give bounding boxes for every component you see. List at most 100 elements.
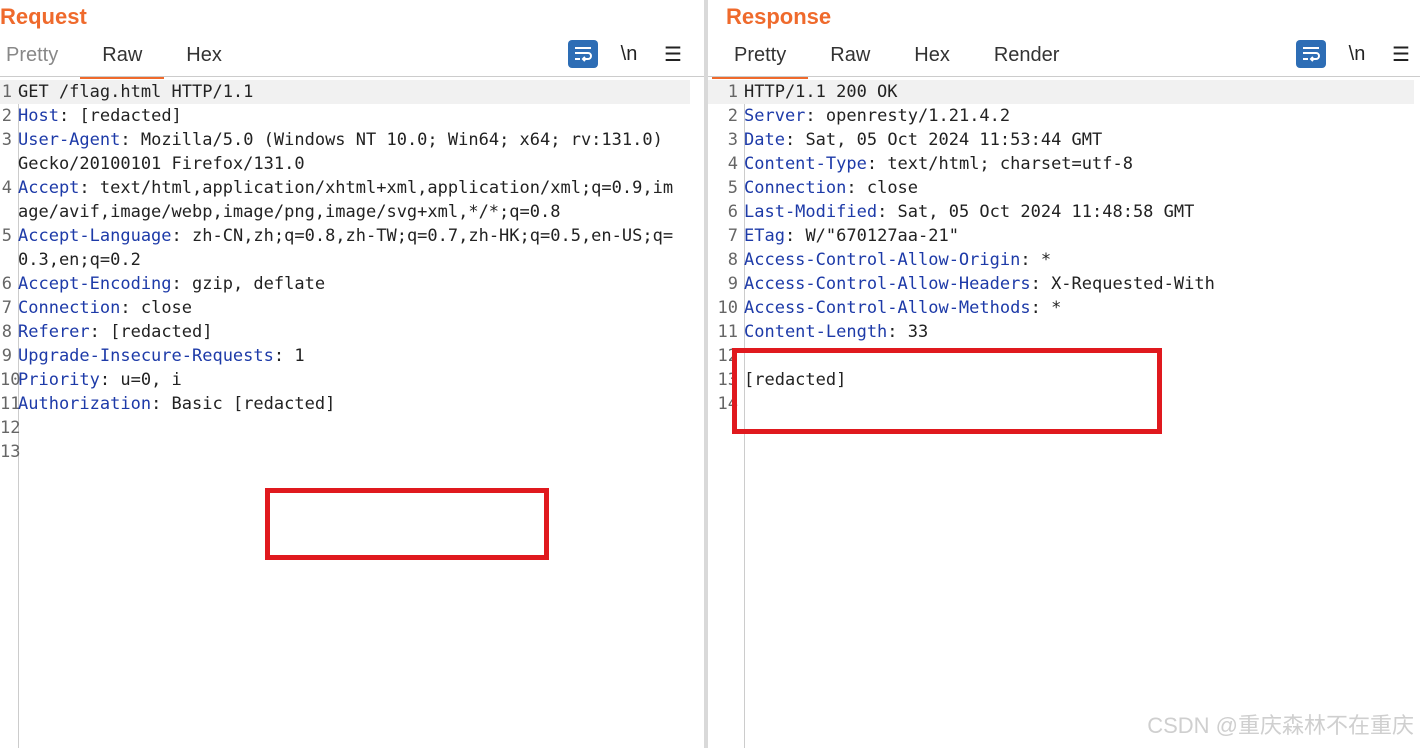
- line-content: Referer: [redacted]: [18, 322, 213, 342]
- header-value: openresty/1.21.4.2: [825, 106, 1011, 126]
- line-content: Upgrade-Insecure-Requests: 1: [18, 346, 305, 366]
- line-content: Priority: u=0, i: [18, 370, 182, 390]
- line-number: 9: [727, 274, 738, 294]
- line-content: Authorization: Basic [redacted]: [18, 394, 336, 414]
- line-content: Server: openresty/1.21.4.2: [744, 106, 1011, 126]
- header-value: [redacted]: [110, 322, 213, 342]
- line-content: Access-Control-Allow-Origin: *: [744, 250, 1052, 270]
- line-content: Content-Length: 33: [744, 322, 929, 342]
- line-number: 7: [727, 226, 738, 246]
- line-number: 8: [727, 250, 738, 270]
- code-line: 2 Host: [redacted]: [0, 104, 690, 128]
- line-content: Access-Control-Allow-Headers: X-Requeste…: [744, 274, 1215, 294]
- line-number: 6: [727, 202, 738, 222]
- line-number: 3: [727, 130, 738, 150]
- code-line: 11 Authorization: Basic [redacted]: [0, 392, 690, 416]
- tab-divider: [708, 76, 1420, 77]
- line-content: Accept: text/html,application/xhtml+xml,…: [18, 178, 674, 222]
- tab-pretty[interactable]: Pretty: [712, 40, 809, 79]
- response-title: Response: [726, 4, 832, 29]
- header-value: X-Requested-With: [1051, 274, 1215, 294]
- line-content: Date: Sat, 05 Oct 2024 11:53:44 GMT: [744, 130, 1103, 150]
- header-key: Content-Type: [744, 154, 867, 174]
- code-line: 9 Upgrade-Insecure-Requests: 1: [0, 344, 690, 368]
- line-number: 4: [727, 154, 738, 174]
- line-number: 11: [717, 322, 738, 342]
- header-key: Accept-Encoding: [18, 274, 172, 294]
- newline-toggle[interactable]: \n: [1342, 40, 1372, 68]
- highlight-box: [265, 488, 549, 560]
- line-content: GET /flag.html HTTP/1.1: [18, 82, 254, 102]
- newline-toggle[interactable]: \n: [614, 40, 644, 68]
- header-value: text/html,application/xhtml+xml,applicat…: [18, 178, 674, 222]
- header-key: Content-Length: [744, 322, 888, 342]
- code-line: 5 Accept-Language: zh-CN,zh;q=0.8,zh-TW;q…: [0, 224, 690, 272]
- line-number: 1: [1, 82, 12, 102]
- line-number: 4: [1, 178, 12, 198]
- header-value: *: [1051, 298, 1062, 318]
- tab-hex[interactable]: Hex: [164, 40, 244, 75]
- code-line: 10 Access-Control-Allow-Methods: *: [708, 296, 1414, 320]
- code-line: 6 Last-Modified: Sat, 05 Oct 2024 11:48:5…: [708, 200, 1414, 224]
- header-value: 1: [294, 346, 305, 366]
- line-number: 8: [1, 322, 12, 342]
- header-value: close: [140, 298, 193, 318]
- response-tabs: Pretty Raw Hex Render: [712, 40, 1082, 79]
- header-key: User-Agent: [18, 130, 121, 150]
- line-number: 5: [727, 178, 738, 198]
- line-content: Connection: close: [18, 298, 193, 318]
- code-line: 4 Accept: text/html,application/xhtml+xml…: [0, 176, 690, 224]
- line-number: 1: [727, 82, 738, 102]
- line-content: Content-Type: text/html; charset=utf-8: [744, 154, 1133, 174]
- header-key: Server: [744, 106, 806, 126]
- code-line: 1 HTTP/1.1 200 OK: [708, 80, 1414, 104]
- tab-raw[interactable]: Raw: [80, 40, 165, 79]
- tab-hex[interactable]: Hex: [892, 40, 972, 75]
- line-number: 7: [1, 298, 12, 318]
- line-content: Accept-Language: zh-CN,zh;q=0.8,zh-TW;q=…: [18, 226, 674, 270]
- line-content: User-Agent: Mozilla/5.0 (Windows NT 10.0…: [18, 130, 674, 174]
- wrap-lines-icon[interactable]: [568, 40, 598, 68]
- code-line: 13​: [0, 440, 690, 464]
- line-number: 10: [717, 298, 738, 318]
- line-number: 6: [1, 274, 12, 294]
- line-number: 3: [1, 130, 12, 150]
- hamburger-menu-icon[interactable]: ☰: [658, 40, 688, 68]
- header-key: ETag: [744, 226, 785, 246]
- tab-raw[interactable]: Raw: [808, 40, 892, 75]
- tab-render[interactable]: Render: [972, 40, 1082, 75]
- header-key: Priority: [18, 370, 100, 390]
- header-key: Connection: [18, 298, 121, 318]
- wrap-lines-icon[interactable]: [1296, 40, 1326, 68]
- code-line: 4 Content-Type: text/html; charset=utf-8: [708, 152, 1414, 176]
- header-value: close: [866, 178, 919, 198]
- code-line: 10 Priority: u=0, i: [0, 368, 690, 392]
- header-key: Referer: [18, 322, 90, 342]
- header-key: Authorization: [18, 394, 152, 414]
- highlight-box: [732, 348, 1162, 434]
- line-content: HTTP/1.1 200 OK: [744, 82, 898, 102]
- hamburger-menu-icon[interactable]: ☰: [1386, 40, 1416, 68]
- header-key: Connection: [744, 178, 847, 198]
- code-line: 7 Connection: close: [0, 296, 690, 320]
- request-editor[interactable]: 1 GET /flag.html HTTP/1.1 2 Host: [redacted…: [0, 80, 690, 464]
- tab-pretty[interactable]: Pretty: [0, 40, 80, 75]
- header-key: Upgrade-Insecure-Requests: [18, 346, 274, 366]
- line-number: 2: [727, 106, 738, 126]
- line-content: ETag: W/"670127aa-21": [744, 226, 959, 246]
- line-number: 9: [1, 346, 12, 366]
- header-key: Accept-Language: [18, 226, 172, 246]
- code-line: 8 Referer: [redacted]: [0, 320, 690, 344]
- header-value: Basic [redacted]: [171, 394, 336, 414]
- line-content: Accept-Encoding: gzip, deflate: [18, 274, 326, 294]
- code-line: 1 GET /flag.html HTTP/1.1: [0, 80, 690, 104]
- line-content: Last-Modified: Sat, 05 Oct 2024 11:48:58…: [744, 202, 1195, 222]
- code-line: 3 Date: Sat, 05 Oct 2024 11:53:44 GMT: [708, 128, 1414, 152]
- code-line: 11 Content-Length: 33: [708, 320, 1414, 344]
- header-value: [redacted]: [79, 106, 182, 126]
- code-line: 5 Connection: close: [708, 176, 1414, 200]
- code-line: 8 Access-Control-Allow-Origin: *: [708, 248, 1414, 272]
- line-number: 13: [0, 442, 21, 462]
- request-title: Request: [0, 4, 87, 29]
- line-number: 5: [1, 226, 12, 246]
